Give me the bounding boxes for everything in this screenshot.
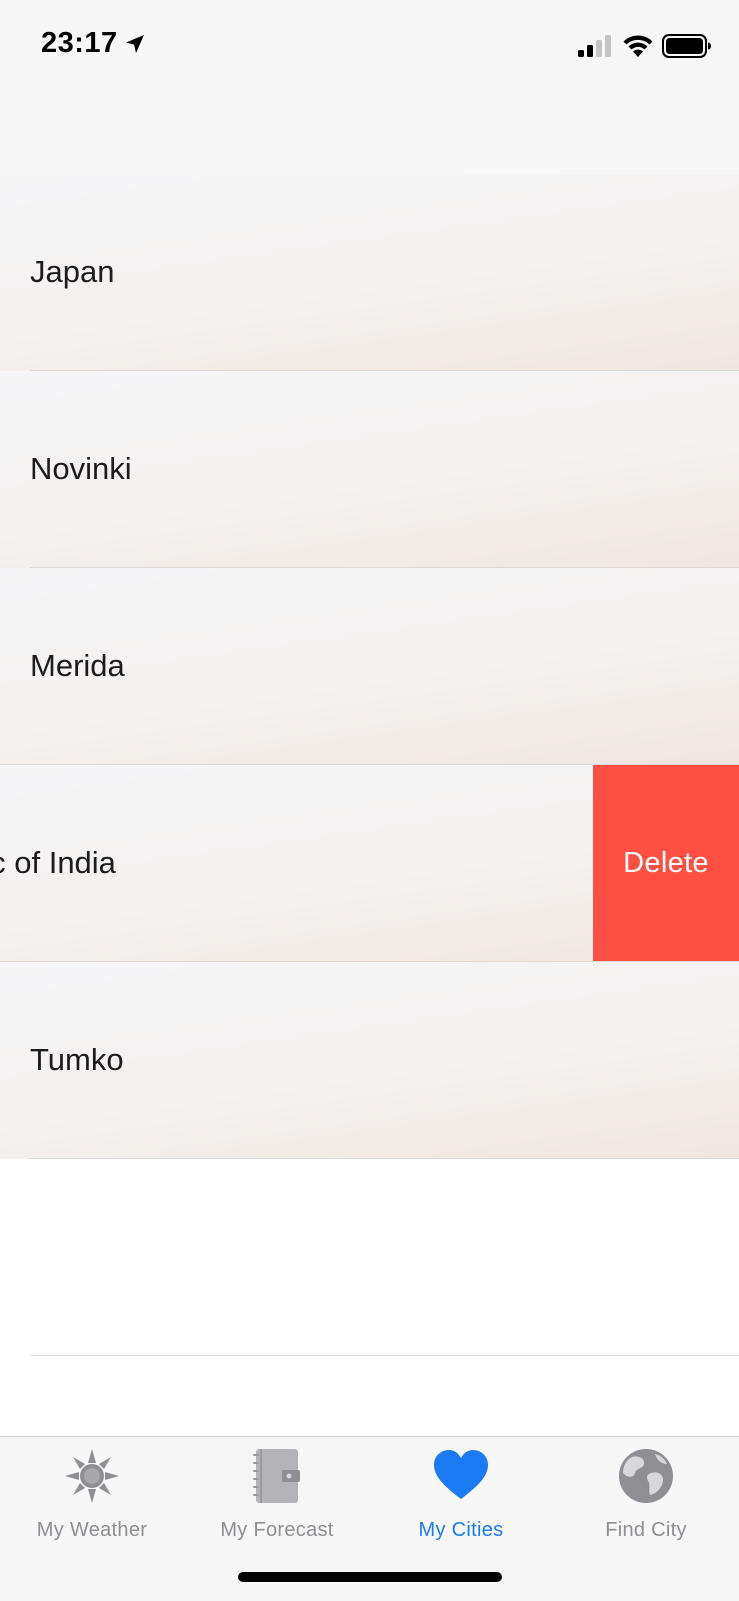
status-bar: 23:17 (0, 0, 739, 90)
tab-label: My Cities (418, 1519, 504, 1541)
city-label: Republic of India (0, 845, 116, 880)
empty-row (0, 1159, 739, 1356)
city-row-merida[interactable]: Merida (0, 568, 739, 765)
city-label: Novinki (30, 451, 132, 486)
city-row-tumko[interactable]: Tumko (0, 962, 739, 1159)
cellular-signal-icon (578, 35, 611, 57)
notebook-icon (253, 1449, 300, 1503)
city-row-republic-of-india[interactable]: Republic of India Delete (0, 765, 739, 962)
location-arrow-icon (126, 35, 144, 53)
wifi-icon (623, 35, 653, 57)
globe-icon (619, 1449, 673, 1503)
cities-list: Japan Novinki Merida Republic of India D… (0, 174, 739, 1356)
home-indicator (238, 1572, 502, 1582)
delete-button[interactable]: Delete (593, 765, 739, 962)
heart-icon (434, 1450, 488, 1499)
tab-label: Find City (605, 1519, 687, 1541)
city-row-novinki[interactable]: Novinki (0, 371, 739, 568)
status-time: 23:17 (41, 27, 118, 59)
tab-my-weather[interactable]: My Weather (0, 1437, 184, 1547)
tab-label: My Forecast (220, 1519, 334, 1541)
city-label: Japan (30, 254, 115, 289)
row-divider (30, 1355, 739, 1356)
city-label: Merida (30, 648, 125, 683)
navigation-bar (0, 90, 739, 175)
tab-label: My Weather (36, 1519, 148, 1541)
sun-icon (65, 1449, 119, 1503)
tab-my-cities[interactable]: My Cities (369, 1437, 553, 1547)
city-row-japan[interactable]: Japan (0, 174, 739, 371)
battery-icon (662, 34, 711, 58)
city-label: Tumko (30, 1042, 124, 1077)
tab-find-city[interactable]: Find City (554, 1437, 738, 1547)
tab-my-forecast[interactable]: My Forecast (185, 1437, 369, 1547)
